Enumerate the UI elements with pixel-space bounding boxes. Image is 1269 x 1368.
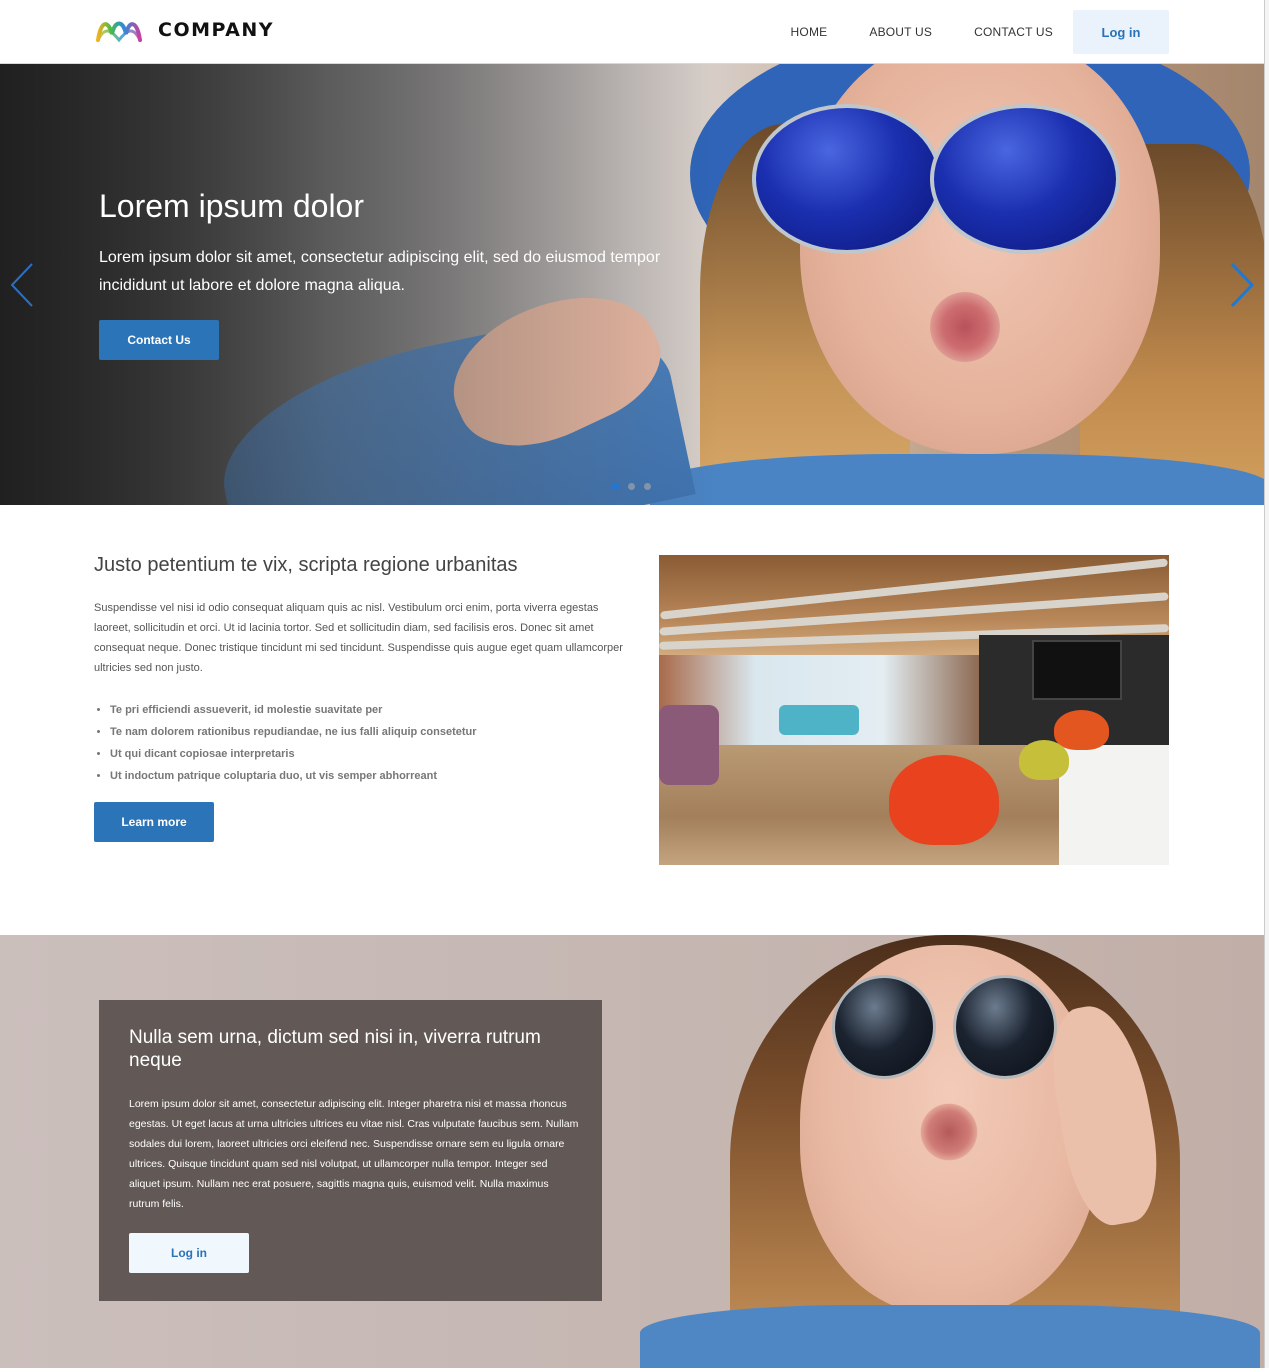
feature-text: Suspendisse vel nisi id odio consequat a… xyxy=(94,602,623,674)
list-item: Te nam dolorem rationibus repudiandae, n… xyxy=(110,721,630,743)
company-logo-icon xyxy=(96,21,142,43)
nav-home[interactable]: HOME xyxy=(791,25,828,39)
logo-text: COMPANY xyxy=(158,19,275,41)
carousel-dot-3[interactable] xyxy=(644,483,651,490)
carousel-dot-1[interactable] xyxy=(612,483,619,490)
banner-login-button[interactable]: Log in xyxy=(129,1233,249,1273)
banner-panel: Nulla sem urna, dictum sed nisi in, vive… xyxy=(99,1000,602,1301)
list-item: Ut qui dicant copiosae interpretaris xyxy=(110,743,630,765)
nav-about-us[interactable]: ABOUT US xyxy=(869,25,932,39)
scrollbar[interactable] xyxy=(1264,0,1269,1368)
main-nav: HOME ABOUT US CONTACT US Log in xyxy=(791,10,1169,54)
hero-carousel: Lorem ipsum dolor Lorem ipsum dolor sit … xyxy=(0,64,1264,505)
learn-more-button[interactable]: Learn more xyxy=(94,802,214,842)
carousel-next-arrow-icon[interactable] xyxy=(1226,260,1256,310)
carousel-indicators xyxy=(612,483,660,490)
banner-title: Nulla sem urna, dictum sed nisi in, vive… xyxy=(129,1027,541,1071)
site-header: COMPANY HOME ABOUT US CONTACT US Log in xyxy=(0,0,1264,64)
carousel-dot-2[interactable] xyxy=(628,483,635,490)
hero-text: Lorem ipsum dolor sit amet, consectetur … xyxy=(99,249,661,294)
office-image xyxy=(659,555,1169,865)
banner-text: Lorem ipsum dolor sit amet, consectetur … xyxy=(129,1098,579,1210)
list-item: Te pri efficiendi assueverit, id molesti… xyxy=(110,699,630,721)
feature-list: Te pri efficiendi assueverit, id molesti… xyxy=(110,699,630,787)
hero-title: Lorem ipsum dolor xyxy=(99,188,364,224)
logo[interactable]: COMPANY xyxy=(95,16,274,44)
header-login-button[interactable]: Log in xyxy=(1073,10,1169,54)
list-item: Ut indoctum patrique coluptaria duo, ut … xyxy=(110,765,630,787)
contact-us-button[interactable]: Contact Us xyxy=(99,320,219,360)
carousel-prev-arrow-icon[interactable] xyxy=(8,260,38,310)
feature-title: Justo petentium te vix, scripta regione … xyxy=(94,554,518,576)
nav-contact-us[interactable]: CONTACT US xyxy=(974,25,1053,39)
